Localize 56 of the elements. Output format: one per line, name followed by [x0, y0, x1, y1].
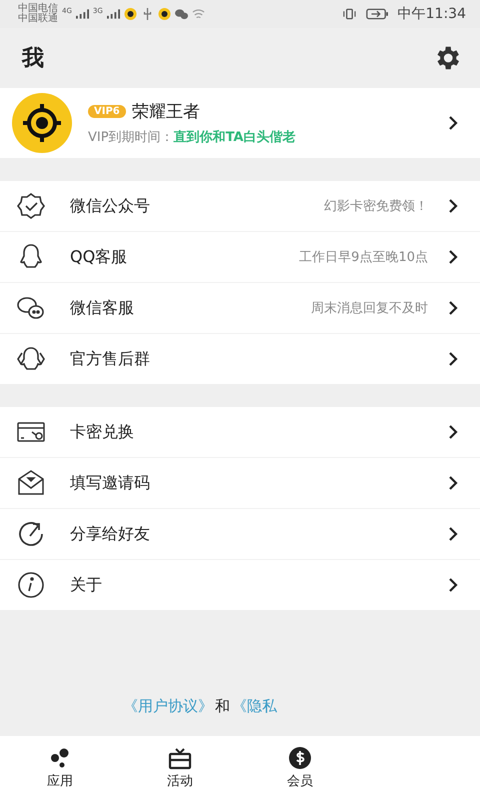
gift-icon: [168, 746, 192, 770]
chevron-icon: [448, 198, 458, 214]
menu-item[interactable]: 关于: [0, 559, 480, 610]
menu-item[interactable]: 微信公众号 幻影卡密免费领！: [0, 181, 480, 231]
refresh-icon: [16, 519, 46, 549]
vibrate-icon: [342, 8, 356, 20]
chevron-icon: [448, 115, 458, 131]
eye-icon: [158, 8, 171, 20]
page-title: 我: [22, 45, 44, 73]
wifi-icon: [192, 8, 205, 20]
menu-item[interactable]: QQ客服 工作日早9点至晚10点: [0, 231, 480, 282]
chevron-icon: [448, 351, 458, 367]
expiry-label: VIP到期时间：: [88, 129, 174, 146]
chevron-icon: [448, 424, 458, 440]
joiner-text: 和: [215, 696, 230, 716]
menu-item[interactable]: 分享给好友: [0, 508, 480, 559]
eye-icon: [124, 8, 137, 20]
badge-check-icon: [16, 191, 46, 221]
chat-icon: [174, 8, 188, 20]
carrier-name: 中国电信: [18, 4, 58, 14]
menu-item[interactable]: 填写邀请码: [0, 457, 480, 508]
chevron-icon: [448, 475, 458, 491]
nav-tab[interactable]: 应用: [0, 736, 120, 800]
chevron-icon: [448, 577, 458, 593]
menu-label: 卡密兑换: [70, 422, 135, 442]
chevron-icon: [448, 300, 458, 316]
nav-tab[interactable]: 会员: [240, 736, 360, 800]
menu-item[interactable]: 卡密兑换: [0, 407, 480, 457]
carrier-name: 中国联通: [18, 14, 58, 24]
menu-label: 分享给好友: [70, 524, 151, 544]
nav-tab[interactable]: 活动: [120, 736, 240, 800]
dollar-icon: [288, 746, 312, 770]
battery-icon: [366, 8, 388, 20]
chevron-icon: [448, 249, 458, 265]
menu-label: 微信公众号: [70, 196, 151, 216]
menu-note: 周末消息回复不及时: [311, 300, 428, 317]
expiry-value: 直到你和TA白头偕老: [174, 129, 296, 146]
user-name: 荣耀王者: [132, 101, 200, 123]
menu-note: 工作日早9点至晚10点: [299, 249, 428, 266]
chevron-icon: [448, 526, 458, 542]
avatar-icon: [12, 93, 72, 153]
menu-item[interactable]: 微信客服 周末消息回复不及时: [0, 282, 480, 333]
menu-label: 微信客服: [70, 298, 135, 318]
envelope-icon: [16, 468, 46, 498]
signal-icon: [106, 9, 120, 19]
status-time: 中午11:34: [398, 5, 466, 23]
vip-badge: VIP6: [88, 105, 126, 118]
menu-note: 幻影卡密免费领！: [324, 198, 428, 215]
signal-icon: [76, 9, 89, 19]
info-icon: [16, 570, 46, 600]
menu-label: 关于: [70, 574, 103, 596]
menu-label: QQ客服: [70, 246, 128, 268]
menu-item[interactable]: 官方售后群: [0, 333, 480, 384]
profile-card[interactable]: VIP6 荣耀王者 VIP到期时间：直到你和TA白头偕老: [0, 88, 480, 158]
menu-label: 填写邀请码: [70, 472, 151, 494]
menu-label: 官方售后群: [70, 348, 151, 370]
